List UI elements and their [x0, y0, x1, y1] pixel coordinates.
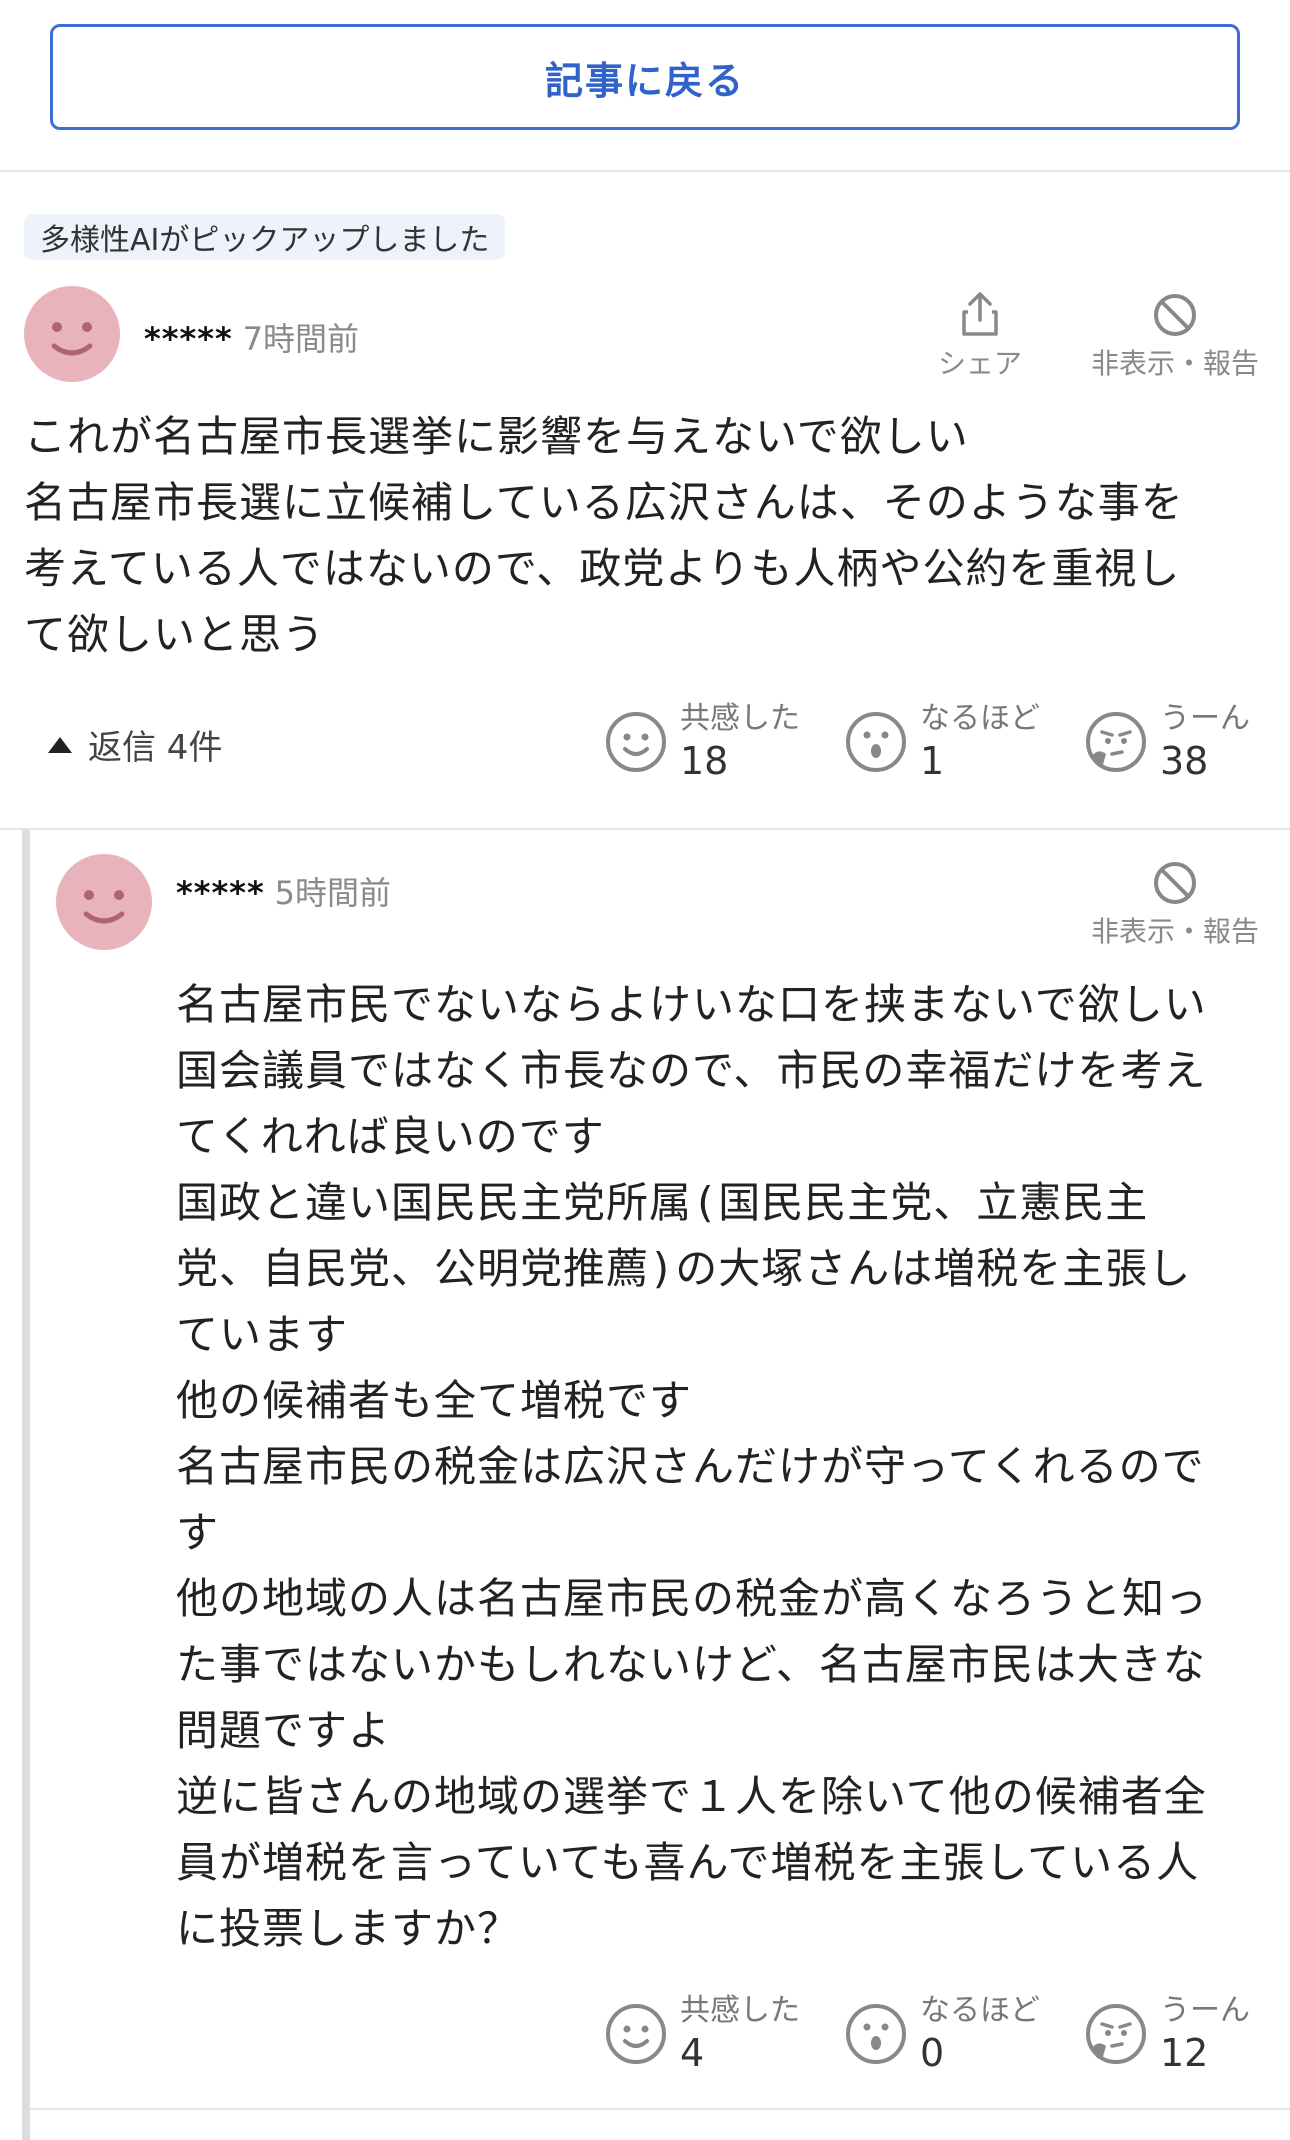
reaction-label: うーん — [1160, 1993, 1250, 2028]
reaction-count: 0 — [920, 2031, 945, 2075]
thinking-face-icon — [1086, 2004, 1146, 2064]
block-icon — [1154, 294, 1196, 336]
reply-thread-line — [22, 830, 30, 2140]
surprised-face-icon — [846, 2004, 906, 2064]
reaction-count: 38 — [1160, 739, 1209, 783]
reaction-count: 12 — [1160, 2031, 1209, 2075]
thinking-face-icon — [1086, 712, 1146, 772]
hide-report-button[interactable]: 非表示・報告 — [1080, 860, 1270, 950]
username: ***** — [144, 320, 233, 358]
hide-report-label: 非表示・報告 — [1090, 347, 1259, 380]
reaction-label: なるほど — [920, 1993, 1040, 2028]
reply-body: 名古屋市民でないならよけいな口を挟まないで欲しい 国会議員ではなく市長なので、市… — [176, 980, 1209, 1953]
block-icon — [1154, 862, 1196, 904]
comment-meta: ***** 7時間前 — [144, 314, 359, 360]
toggle-replies-button[interactable]: 返信 4件 — [48, 720, 222, 769]
reaction-empathy-button[interactable]: 共感した 4 — [604, 1992, 800, 2076]
divider — [0, 828, 1290, 830]
divider — [30, 2108, 1290, 2110]
reaction-naruhodo-button[interactable]: なるほど 0 — [844, 1992, 1040, 2076]
reaction-label: なるほど — [920, 701, 1040, 736]
avatar — [24, 286, 120, 382]
reply-meta: ***** 5時間前 — [176, 868, 391, 914]
reaction-label: 共感した — [680, 701, 800, 736]
divider — [0, 170, 1290, 172]
timestamp: 7時間前 — [242, 320, 360, 358]
surprised-face-icon — [846, 712, 906, 772]
back-to-article-button[interactable]: 記事に戻る — [50, 24, 1240, 130]
share-icon — [962, 292, 998, 336]
ai-pick-badge: 多様性AIがピックアップしました — [24, 214, 506, 260]
triangle-up-icon — [48, 736, 72, 753]
reaction-naruhodo-button[interactable]: なるほど 1 — [844, 700, 1040, 784]
reaction-count: 1 — [920, 739, 945, 783]
reaction-count: 4 — [680, 2031, 705, 2075]
hide-report-button[interactable]: 非表示・報告 — [1080, 292, 1270, 382]
smile-face-icon — [606, 712, 666, 772]
reaction-uun-button[interactable]: うーん 12 — [1084, 1992, 1250, 2076]
timestamp: 5時間前 — [274, 874, 392, 912]
smile-face-icon — [606, 2004, 666, 2064]
reaction-empathy-button[interactable]: 共感した 18 — [604, 700, 800, 784]
comment-body: これが名古屋市長選挙に影響を与えないで欲しい 名古屋市長選に立候補している広沢さ… — [24, 412, 1184, 659]
reaction-uun-button[interactable]: うーん 38 — [1084, 700, 1250, 784]
reaction-label: 共感した — [680, 1993, 800, 2028]
replies-label: 返信 4件 — [88, 728, 223, 768]
username: ***** — [176, 874, 265, 912]
share-label: シェア — [937, 347, 1022, 380]
reaction-count: 18 — [680, 739, 729, 783]
avatar — [56, 854, 152, 950]
reaction-label: うーん — [1160, 701, 1250, 736]
share-button[interactable]: シェア — [930, 290, 1030, 382]
hide-report-label: 非表示・報告 — [1090, 915, 1259, 948]
